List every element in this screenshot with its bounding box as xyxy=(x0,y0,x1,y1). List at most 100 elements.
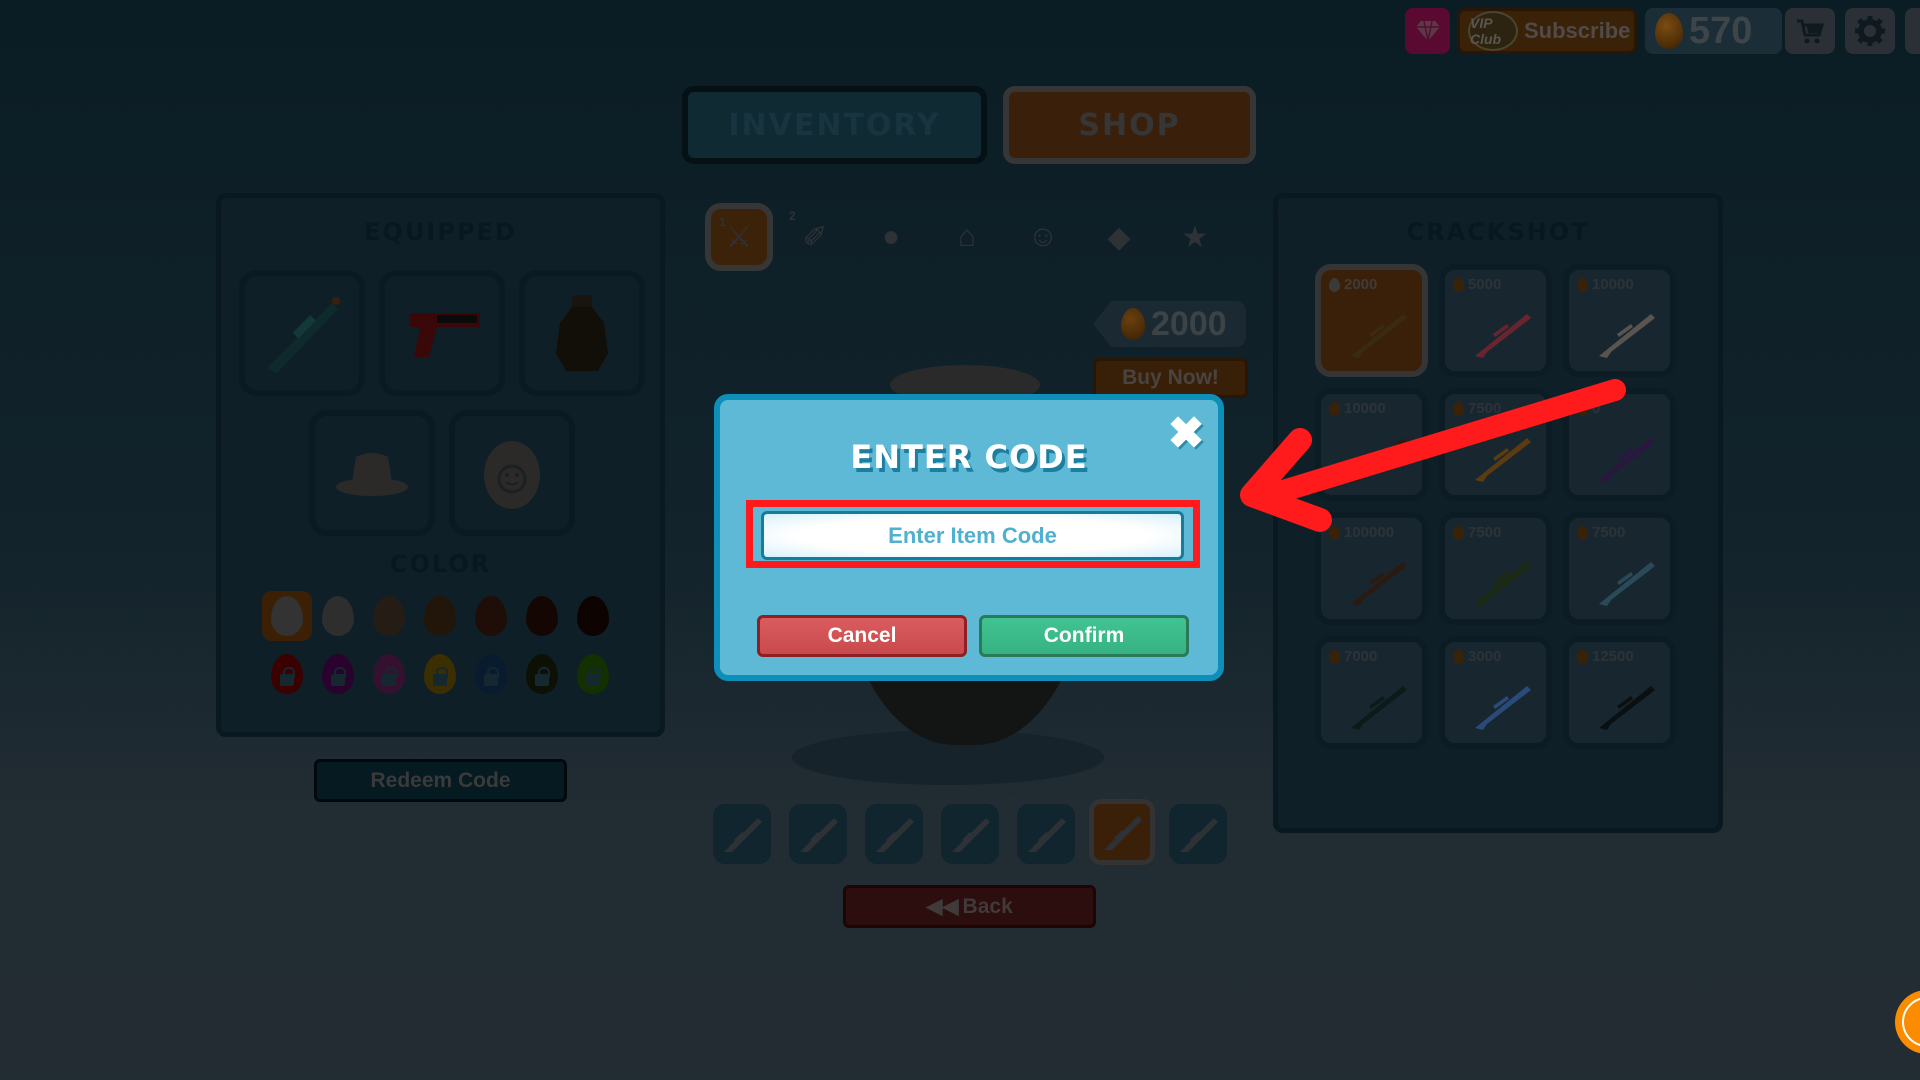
locked-color-swatch[interactable] xyxy=(322,654,354,694)
equipped-panel: EQUIPPED COLOR xyxy=(216,193,665,737)
back-button[interactable]: ◀◀ Back xyxy=(843,885,1096,928)
equipped-grenade-slot[interactable] xyxy=(519,270,645,396)
price-value: 10000 xyxy=(1592,276,1634,293)
equipped-hat-slot[interactable] xyxy=(309,410,435,536)
shop-item-price: 7000 xyxy=(1329,648,1377,665)
cart-icon xyxy=(1797,19,1825,44)
buy-now-button[interactable]: Buy Now! xyxy=(1093,358,1248,398)
tab-shop[interactable]: SHOP xyxy=(1003,86,1256,164)
egg-face-icon: ☺ xyxy=(1027,220,1059,253)
egg-face-icon xyxy=(484,441,540,509)
item-code-input[interactable] xyxy=(761,511,1184,560)
color-swatch[interactable] xyxy=(322,596,354,636)
price-tag: 2000 xyxy=(1093,301,1246,347)
sniper-icon xyxy=(1104,816,1142,850)
lock-icon xyxy=(382,667,397,686)
grenade-icon xyxy=(556,295,608,371)
equipped-secondary-slot[interactable] xyxy=(379,270,505,396)
lock-icon xyxy=(280,667,295,686)
weapon-type-scoped-rifle[interactable] xyxy=(865,804,923,864)
shop-item[interactable]: 2000 xyxy=(1315,264,1428,377)
close-icon[interactable]: ✖ xyxy=(1166,412,1206,456)
color-swatch[interactable] xyxy=(577,596,609,636)
extra-menu-button[interactable] xyxy=(1905,8,1920,54)
color-swatch[interactable] xyxy=(373,596,405,636)
category-tab-egg-face[interactable]: ☺ xyxy=(1009,203,1077,271)
lock-icon xyxy=(586,667,601,686)
category-tab-pistol[interactable]: ✐ 2 xyxy=(781,203,849,271)
shop-item[interactable]: 5000 xyxy=(1439,264,1552,377)
lock-icon xyxy=(484,667,499,686)
egg-coin-icon xyxy=(1121,308,1145,340)
store-cart-button[interactable] xyxy=(1785,8,1835,54)
gear-icon xyxy=(1855,16,1885,46)
locked-color-swatch[interactable] xyxy=(577,654,609,694)
vip-club-badge: VIP Club xyxy=(1468,11,1518,51)
pistol-icon: ✐ xyxy=(802,220,828,254)
color-swatch[interactable] xyxy=(475,596,507,636)
price-value: 5000 xyxy=(1468,276,1502,293)
shop-item[interactable]: 12500 xyxy=(1563,636,1676,749)
support-chat-button[interactable] xyxy=(1895,990,1920,1054)
weapon-type-trihard[interactable] xyxy=(1169,804,1227,864)
weapon-type-smg[interactable] xyxy=(1017,804,1075,864)
shop-item[interactable]: 10000 xyxy=(1563,264,1676,377)
price-value: 2000 xyxy=(1344,276,1378,293)
color-swatch[interactable] xyxy=(526,596,558,636)
locked-color-swatch[interactable] xyxy=(424,654,456,694)
color-swatch-selected[interactable] xyxy=(262,591,312,641)
weapon-type-assault-rifle[interactable] xyxy=(713,804,771,864)
weapon-type-sniper[interactable] xyxy=(1089,799,1155,865)
shop-item-price: 3000 xyxy=(1453,648,1501,665)
category-tab-star[interactable]: ★ xyxy=(1161,203,1229,271)
locked-color-swatch[interactable] xyxy=(475,654,507,694)
diamond-icon xyxy=(1415,20,1440,42)
sniper-rifle-icon xyxy=(1599,562,1655,606)
price-value: 12500 xyxy=(1592,648,1634,665)
scoped-rifle-icon xyxy=(876,818,914,852)
vip-subscribe-button[interactable]: VIP Club Subscribe xyxy=(1457,8,1637,54)
category-tab-diamond[interactable]: ◆ xyxy=(1085,203,1153,271)
gems-button[interactable] xyxy=(1405,8,1450,54)
egg-coin-icon xyxy=(1453,277,1464,292)
enter-code-dialog: ENTER CODE ✖ Cancel Confirm xyxy=(714,394,1224,681)
weapon-type-shotgun[interactable] xyxy=(789,804,847,864)
coin-balance: 570 xyxy=(1645,8,1782,54)
settings-button[interactable] xyxy=(1845,8,1895,54)
weapon-type-rpg[interactable] xyxy=(941,804,999,864)
equipped-egg-slot[interactable] xyxy=(449,410,575,536)
shop-item[interactable]: 7000 xyxy=(1315,636,1428,749)
confirm-button[interactable]: Confirm xyxy=(979,615,1189,657)
star-icon: ★ xyxy=(1181,220,1209,254)
equipped-title: EQUIPPED xyxy=(364,218,517,246)
shop-item-price: 2000 xyxy=(1329,276,1377,293)
locked-color-swatch[interactable] xyxy=(373,654,405,694)
smg-icon xyxy=(1028,818,1066,852)
category-tab-hat[interactable]: ⌂ xyxy=(933,203,1001,271)
category-tab-grenade[interactable]: ● xyxy=(857,203,925,271)
price-value: 7000 xyxy=(1344,648,1378,665)
rpg-icon xyxy=(952,818,990,852)
sniper-rifle-icon xyxy=(1599,314,1655,358)
sniper-rifle-icon xyxy=(1475,314,1531,358)
egg-swatch-icon xyxy=(271,596,303,636)
sniper-rifle-icon xyxy=(1599,686,1655,730)
sniper-rifle-icon xyxy=(1351,686,1407,730)
tab-inventory[interactable]: INVENTORY xyxy=(682,86,987,164)
redeem-code-button[interactable]: Redeem Code xyxy=(314,759,567,802)
color-title: COLOR xyxy=(389,550,492,578)
color-swatch[interactable] xyxy=(424,596,456,636)
equipped-primary-slot[interactable] xyxy=(239,270,365,396)
locked-color-swatch[interactable] xyxy=(271,654,303,694)
shotgun-icon xyxy=(800,818,838,852)
grenade-icon: ● xyxy=(881,220,901,253)
locked-color-swatch[interactable] xyxy=(526,654,558,694)
cancel-button[interactable]: Cancel xyxy=(757,615,967,657)
category-tab-primary-weapon[interactable]: ⚔ 1 xyxy=(705,203,773,271)
lock-icon xyxy=(535,667,550,686)
slot-number-badge: 1 xyxy=(719,215,726,229)
lock-icon xyxy=(331,667,346,686)
shop-item-price: 10000 xyxy=(1577,276,1634,293)
shop-item[interactable]: 3000 xyxy=(1439,636,1552,749)
support-chat-icon xyxy=(1902,997,1920,1047)
